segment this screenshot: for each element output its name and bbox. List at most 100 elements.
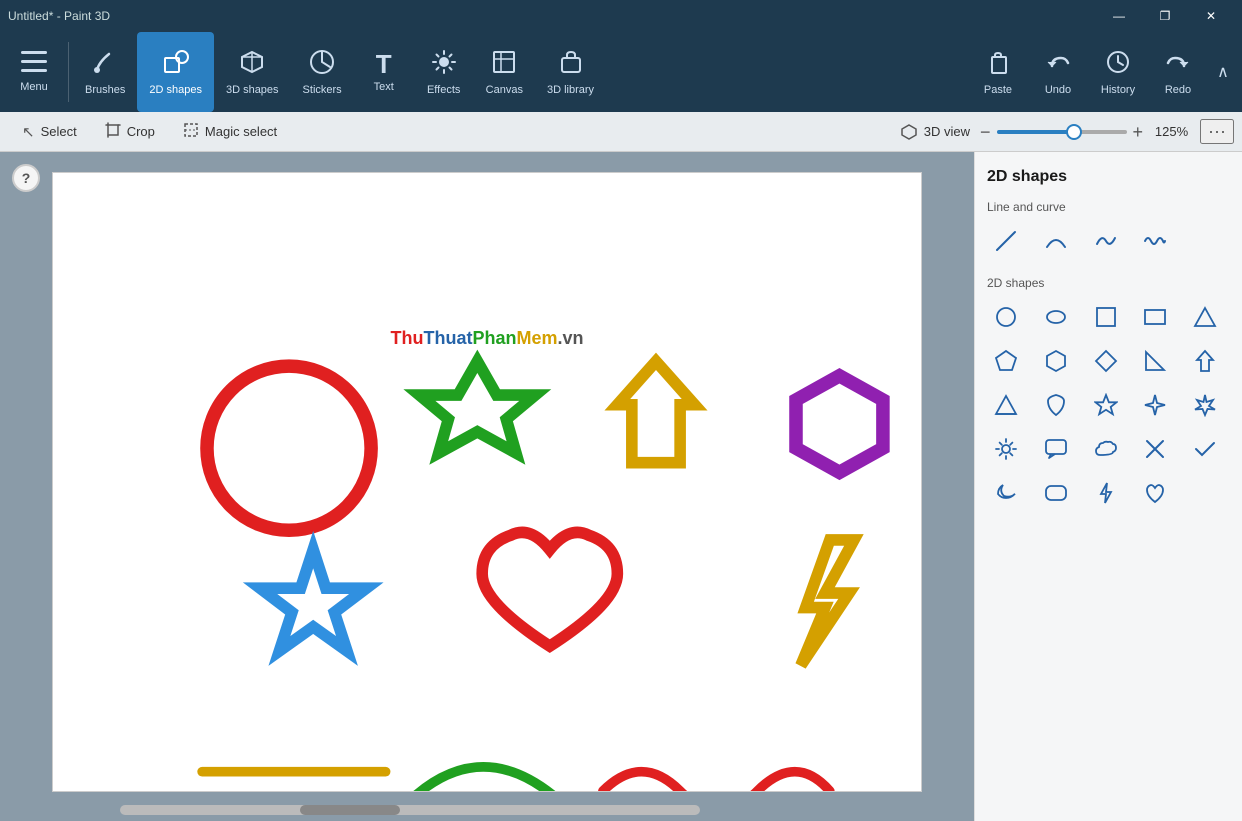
canvas-icon [490,48,518,80]
zoom-in-button[interactable]: + [1133,123,1144,141]
collapse-icon: ∧ [1217,62,1229,82]
3d-shapes-label: 3D shapes [226,84,279,96]
shape-hexagon[interactable] [1037,342,1075,380]
shape-moon[interactable] [987,474,1025,512]
h-scrollbar-thumb[interactable] [300,805,400,815]
toolbar-stickers[interactable]: Stickers [291,32,354,112]
2d-shapes-section-label: 2D shapes [987,276,1230,290]
shape-lightning[interactable] [1087,474,1125,512]
shape-line[interactable] [987,222,1025,260]
3d-view-toggle[interactable]: 3D view [890,123,980,141]
shape-cloud[interactable] [1087,430,1125,468]
shape-star4[interactable] [1136,386,1174,424]
menu-icon [21,51,47,77]
3d-view-label: 3D view [924,124,970,139]
line-curve-grid [987,222,1230,260]
toolbar-brushes[interactable]: Brushes [73,32,137,112]
toolbar-text[interactable]: T Text [354,32,414,112]
help-button[interactable]: ? [12,164,40,192]
right-panel: 2D shapes Line and curve 2D shapes [974,152,1242,821]
toolbar-undo[interactable]: Undo [1028,32,1088,112]
toolbar-menu[interactable]: Menu [4,32,64,112]
close-button[interactable]: ✕ [1188,0,1234,32]
title-bar: Untitled* - Paint 3D — ❐ ✕ [0,0,1242,32]
toolbar-2d-shapes[interactable]: 2D shapes [137,32,214,112]
shape-triangle[interactable] [1186,298,1224,336]
history-label: History [1101,84,1135,96]
effects-label: Effects [427,84,460,96]
magic-select-label: Magic select [205,124,277,139]
sub-toolbar: ↖ Select Crop Magic select 3D view − + 1… [0,112,1242,152]
line-curve-label: Line and curve [987,200,1230,214]
magic-select-tool[interactable]: Magic select [169,116,291,148]
toolbar-redo[interactable]: Redo [1148,32,1208,112]
shape-heart[interactable] [1136,474,1174,512]
h-scrollbar[interactable] [120,805,700,815]
select-tool[interactable]: ↖ Select [8,117,91,147]
toolbar-3d-library[interactable]: 3D library [535,32,606,112]
select-icon: ↖ [22,123,35,141]
minimize-button[interactable]: — [1096,0,1142,32]
shape-sun[interactable] [987,430,1025,468]
2d-shapes-label: 2D shapes [149,84,202,96]
canvas-area: ? [0,152,974,821]
shape-star5[interactable] [1087,386,1125,424]
crop-label: Crop [127,124,155,139]
shape-speech-bubble[interactable] [1037,430,1075,468]
canvas-svg [53,173,921,791]
stickers-label: Stickers [303,84,342,96]
toolbar-paste[interactable]: Paste [968,32,1028,112]
shape-diamond[interactable] [1087,342,1125,380]
zoom-out-button[interactable]: − [980,123,991,141]
main-content: ? [0,152,1242,821]
panel-title: 2D shapes [987,168,1230,186]
shape-up-arrow[interactable] [1186,342,1224,380]
shape-right-triangle[interactable] [1136,342,1174,380]
magic-select-icon [183,122,199,142]
shape-curve[interactable] [1087,222,1125,260]
2d-shapes-grid [987,298,1230,512]
more-options-button[interactable]: ··· [1200,119,1234,144]
shape-rounded-rect[interactable] [1037,474,1075,512]
shape-arc[interactable] [1037,222,1075,260]
zoom-controls: − + 125% ··· [980,119,1234,144]
history-icon [1104,48,1132,80]
redo-label: Redo [1165,84,1191,96]
undo-icon [1044,48,1072,80]
shape-rectangle[interactable] [1136,298,1174,336]
toolbar-effects[interactable]: Effects [414,32,474,112]
toolbar-divider-1 [68,42,69,102]
shape-leaf[interactable] [1037,386,1075,424]
zoom-slider[interactable] [997,130,1127,134]
3d-shapes-icon [238,48,266,80]
shape-triangle2[interactable] [987,386,1025,424]
text-icon: T [376,51,392,77]
drawing-canvas[interactable]: ThuThuatPhanMem.vn [52,172,922,792]
toolbar-history[interactable]: History [1088,32,1148,112]
paste-label: Paste [984,84,1012,96]
shape-xmark[interactable] [1136,430,1174,468]
crop-tool[interactable]: Crop [91,116,169,148]
maximize-button[interactable]: ❐ [1142,0,1188,32]
undo-label: Undo [1045,84,1071,96]
shape-star6[interactable] [1186,386,1224,424]
main-toolbar: Menu Brushes 2D shapes 3D shapes Sticker… [0,32,1242,112]
2d-shapes-icon [162,48,190,80]
shape-pentagon[interactable] [987,342,1025,380]
window-title: Untitled* - Paint 3D [8,9,110,23]
select-label: Select [41,124,77,139]
stickers-icon [308,48,336,80]
shape-oval[interactable] [1037,298,1075,336]
paste-icon [984,48,1012,80]
shape-check[interactable] [1186,430,1224,468]
toolbar-3d-shapes[interactable]: 3D shapes [214,32,291,112]
canvas-label: Canvas [486,84,523,96]
zoom-level: 125% [1149,124,1194,139]
toolbar-canvas[interactable]: Canvas [474,32,535,112]
shape-circle[interactable] [987,298,1025,336]
crop-icon [105,122,121,142]
shape-square[interactable] [1087,298,1125,336]
shape-wave[interactable] [1136,222,1174,260]
toolbar-collapse[interactable]: ∧ [1208,32,1238,112]
brushes-label: Brushes [85,84,125,96]
